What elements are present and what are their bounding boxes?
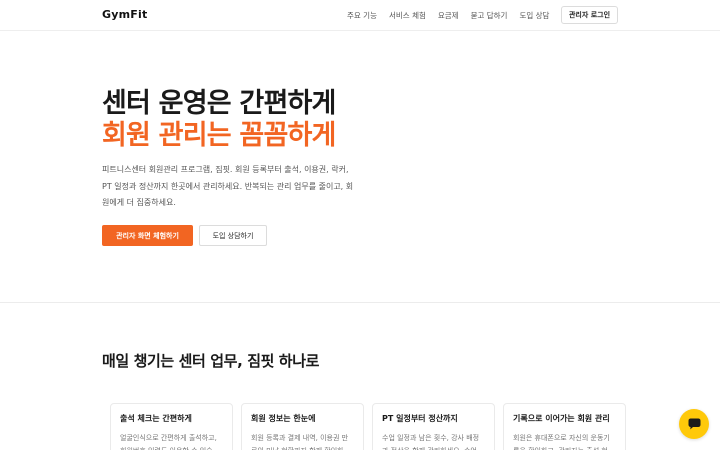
nav-item-trial[interactable]: 서비스 체험 — [389, 10, 426, 21]
hero-title-line1: 센터 운영은 간편하게 — [102, 88, 336, 119]
nav-item-faq[interactable]: 묻고 답하기 — [471, 10, 508, 21]
features-title: 매일 챙기는 센터 업무, 짐핏 하나로 — [102, 352, 320, 370]
feature-card-member-info: 회원 정보는 한눈에 회원 등록과 결제 내역, 이용권 만료와 미납 현황까지… — [241, 403, 364, 450]
card-desc: 회원은 휴대폰으로 자신의 운동기록을 확인하고, 관리자는 출석 현 — [513, 434, 610, 450]
nav-item-features[interactable]: 주요 기능 — [347, 10, 377, 21]
card-desc: 회원 등록과 결제 내역, 이용권 만료와 미납 현황까지 함께 확인하 — [251, 434, 349, 450]
chat-bubble-icon — [688, 418, 700, 430]
nav-menu: 주요 기능 서비스 체험 요금제 묻고 답하기 도입 상담 — [347, 10, 549, 21]
card-title: 기록으로 이어가는 회원 관리 — [513, 414, 610, 423]
consult-button[interactable]: 도입 상담하기 — [199, 225, 267, 246]
section-divider — [0, 302, 720, 303]
logo[interactable]: GymFit — [102, 8, 147, 21]
hero-description: 피트니스센터 회원관리 프로그램, 짐핏. 회원 등록부터 출석, 이용권, 락… — [102, 165, 354, 207]
card-desc: 얼굴인식으로 간편하게 출석하고, 회원번호 입력도 이용할 수 있습 — [120, 434, 217, 450]
nav-item-pricing[interactable]: 요금제 — [438, 10, 459, 21]
feature-card-records: 기록으로 이어가는 회원 관리 회원은 휴대폰으로 자신의 운동기록을 확인하고… — [503, 403, 626, 450]
feature-card-pt: PT 일정부터 정산까지 수업 일정과 남은 횟수, 강사 배정과 정산을 함께… — [372, 403, 495, 450]
hero-title-line2: 회원 관리는 꼼꼼하게 — [102, 120, 336, 151]
card-title: 회원 정보는 한눈에 — [251, 414, 316, 423]
card-desc: 수업 일정과 남은 횟수, 강사 배정과 정산을 함께 관리하세요. 수업 — [382, 434, 480, 450]
top-navigation: GymFit 주요 기능 서비스 체험 요금제 묻고 답하기 도입 상담 관리자… — [0, 0, 720, 31]
admin-login-button[interactable]: 관리자 로그인 — [561, 6, 618, 24]
card-title: PT 일정부터 정산까지 — [382, 414, 458, 423]
feature-card-attendance: 출석 체크는 간편하게 얼굴인식으로 간편하게 출석하고, 회원번호 입력도 이… — [110, 403, 233, 450]
try-admin-button[interactable]: 관리자 화면 체험하기 — [102, 225, 193, 246]
nav-item-consult[interactable]: 도입 상담 — [519, 10, 549, 21]
card-title: 출석 체크는 간편하게 — [120, 414, 192, 423]
chat-button[interactable] — [679, 409, 709, 439]
